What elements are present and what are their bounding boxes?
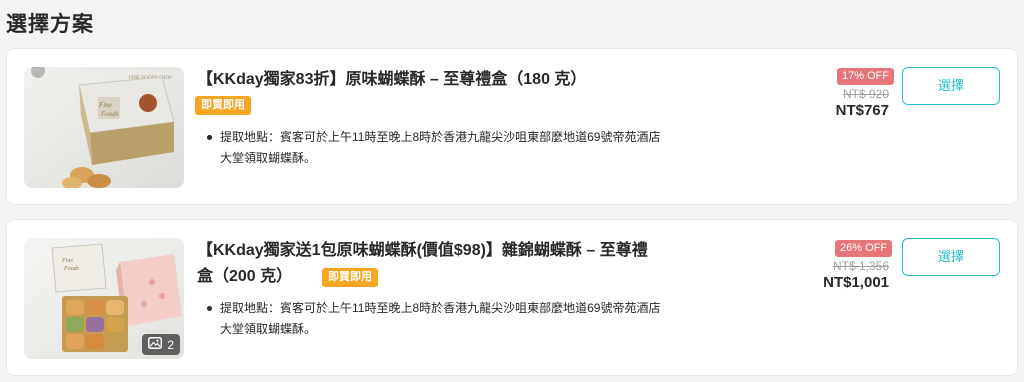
gallery-count: 2 (167, 337, 174, 352)
instant-use-badge: 即買即用 (322, 268, 378, 287)
instant-use-badge: 即買即用 (195, 96, 251, 115)
original-price: NT$ 920 (842, 87, 889, 101)
select-button[interactable]: 選擇 (902, 67, 1000, 105)
sale-price: NT$767 (835, 102, 889, 119)
pickup-description: 提取地點：賓客可於上午11時至晚上8時於香港九龍尖沙咀東部麼地道69號帝苑酒店大… (203, 298, 663, 340)
svg-text:Foods: Foods (63, 266, 80, 272)
svg-text:Fine: Fine (98, 101, 112, 109)
gallery-count-badge[interactable]: 2 (142, 334, 180, 355)
svg-text:Fine: Fine (61, 258, 73, 264)
package-title: 【KKday獨家送1包原味蝴蝶酥(價值$98)】雜錦蝴蝶酥 – 至尊禮盒（200… (197, 242, 648, 285)
package-card: FINE FOODS SHOP Fine Foods 【KKday獨家83折】原… (6, 48, 1018, 205)
discount-badge: 17% OFF (837, 68, 895, 85)
sale-price: NT$1,001 (823, 274, 889, 291)
package-image[interactable]: FINE FOODS SHOP Fine Foods (24, 67, 184, 188)
package-card: Fine Foods 2 【KKday獨家送1包原味蝴蝶酥(價值$98)】雜錦蝴… (6, 219, 1018, 376)
pickup-description: 提取地點：賓客可於上午11時至晚上8時於香港九龍尖沙咀東部麼地道69號帝苑酒店大… (203, 127, 663, 169)
select-button[interactable]: 選擇 (902, 238, 1000, 276)
package-image[interactable]: Fine Foods 2 (24, 238, 184, 359)
original-price: NT$ 1,356 (832, 259, 889, 273)
package-title: 【KKday獨家83折】原味蝴蝶酥 – 至尊禮盒（180 克） (197, 71, 587, 88)
image-icon (148, 337, 163, 352)
section-title: 選擇方案 (6, 13, 94, 36)
svg-text:Foods: Foods (100, 110, 119, 118)
discount-badge: 26% OFF (835, 240, 893, 257)
